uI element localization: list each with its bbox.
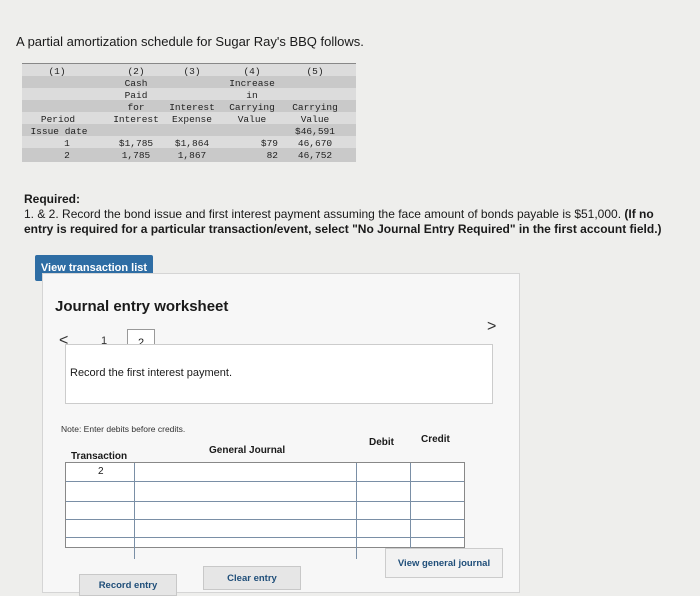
schedule-col1-header: (1) bbox=[48, 66, 66, 77]
row1-cash: $1,785 bbox=[118, 138, 154, 149]
row1-increase: $79 bbox=[260, 138, 278, 149]
account-field[interactable] bbox=[136, 463, 354, 480]
amortization-schedule: (1) (2) Cash Paid for Interest (3) Inter… bbox=[22, 63, 356, 162]
row2-increase: 82 bbox=[266, 150, 278, 161]
worksheet-title: Journal entry worksheet bbox=[55, 298, 229, 315]
row1-period: 1 bbox=[64, 138, 70, 149]
transaction-header: Transaction bbox=[71, 451, 128, 462]
required-section: Required: 1. & 2. Record the bond issue … bbox=[24, 192, 674, 237]
general-journal-header: General Journal bbox=[209, 445, 286, 456]
debit-field[interactable] bbox=[358, 463, 408, 480]
clear-entry-button[interactable]: Clear entry bbox=[203, 566, 301, 590]
issue-carrying-value: $46,591 bbox=[295, 126, 335, 137]
period-label: Period bbox=[40, 114, 76, 125]
schedule-col3-header: (3) Interest Expense bbox=[169, 66, 215, 125]
row2-interest: 1,867 bbox=[177, 150, 207, 161]
schedule-col2-header: (2) Cash Paid for Interest bbox=[113, 66, 159, 125]
credit-field[interactable] bbox=[412, 463, 462, 480]
schedule-col5-header: (5) Carrying Value bbox=[292, 66, 338, 125]
required-heading: Required: bbox=[24, 192, 81, 206]
record-entry-button[interactable]: Record entry bbox=[79, 574, 177, 596]
row2-period: 2 bbox=[64, 150, 70, 161]
note-text: Note: Enter debits before credits. bbox=[61, 424, 186, 434]
transaction-number: 2 bbox=[98, 466, 104, 477]
view-general-journal-button[interactable]: View general journal bbox=[385, 548, 503, 578]
issue-date-label: Issue date bbox=[30, 126, 88, 137]
debit-header: Debit bbox=[369, 437, 394, 448]
instruction-box: Record the first interest payment. bbox=[65, 344, 493, 404]
schedule-col4-header: (4) Increase in Carrying Value bbox=[229, 66, 275, 125]
journal-entry-worksheet: Journal entry worksheet < 1 2 > Record t… bbox=[42, 273, 520, 596]
credit-header: Credit bbox=[421, 434, 450, 445]
row2-carrying: 46,752 bbox=[297, 150, 333, 161]
required-text: 1. & 2. Record the bond issue and first … bbox=[24, 207, 622, 221]
journal-table: 2 bbox=[65, 462, 465, 559]
row1-carrying: 46,670 bbox=[297, 138, 333, 149]
intro-text: A partial amortization schedule for Suga… bbox=[16, 34, 364, 49]
chevron-right-icon[interactable]: > bbox=[487, 318, 496, 336]
row1-interest: $1,864 bbox=[174, 138, 210, 149]
instruction-text: Record the first interest payment. bbox=[70, 367, 233, 379]
row2-cash: 1,785 bbox=[121, 150, 151, 161]
